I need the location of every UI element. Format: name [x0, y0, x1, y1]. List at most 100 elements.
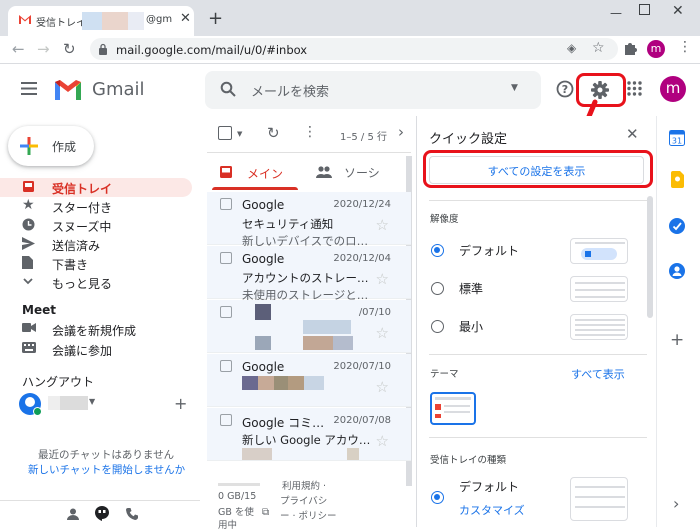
forward-icon[interactable]: →	[37, 40, 50, 58]
account-avatar[interactable]: m	[660, 76, 686, 102]
select-dropdown-icon[interactable]: ▼	[237, 130, 242, 138]
tab-social[interactable]: ソーシ	[308, 155, 408, 190]
settings-gear-icon[interactable]	[590, 80, 610, 100]
storage-bar	[218, 483, 260, 486]
select-all-checkbox[interactable]	[218, 126, 232, 140]
sidebar-item-label: 下書き	[52, 258, 89, 272]
search-options-icon[interactable]: ▼	[511, 83, 518, 93]
meet-new-meeting[interactable]: 会議を新規作成	[0, 320, 192, 339]
email-row[interactable]: /07/10 ☆	[207, 300, 411, 353]
divider	[0, 500, 200, 501]
reload-icon[interactable]: ↻	[63, 40, 76, 58]
email-row[interactable]: Google 2020/12/04 アカウントのストレー… 未使用のストレージと…	[207, 246, 411, 301]
apps-grid-icon[interactable]	[627, 81, 642, 96]
theme-view-all-link[interactable]: すべて表示	[571, 366, 625, 382]
redacted-block	[60, 396, 88, 410]
star-toggle-icon[interactable]: ☆	[376, 270, 389, 288]
email-row[interactable]: Google 2020/07/10 ☆	[207, 354, 411, 407]
theme-preview-thumbnail[interactable]	[430, 392, 476, 425]
status-dropdown-icon[interactable]: ▼	[89, 397, 95, 406]
minimize-icon[interactable]: —	[610, 6, 622, 20]
chevron-down-icon	[23, 278, 33, 285]
row-checkbox[interactable]	[220, 414, 232, 426]
star-toggle-icon[interactable]: ☆	[376, 324, 389, 342]
inbox-type-default-radio[interactable]	[431, 491, 444, 504]
hangouts-user-avatar[interactable]	[19, 393, 42, 416]
gmail-favicon-icon	[19, 15, 31, 24]
sidebar-item-starred[interactable]: ★ スター付き	[0, 197, 192, 216]
install-icon[interactable]: ◈	[567, 41, 576, 55]
active-tab-indicator	[212, 187, 298, 190]
search-input[interactable]: メールを検索	[251, 81, 329, 100]
storage-text: GB を使	[218, 507, 254, 518]
tab-primary[interactable]: メイン	[212, 155, 298, 190]
email-row[interactable]: Google 2020/12/24 セキュリティ通知 新しいデバイスでのロ… ☆	[207, 192, 411, 247]
main-menu-icon[interactable]	[21, 82, 37, 95]
density-default-radio[interactable]	[431, 244, 444, 257]
window-close-icon[interactable]: ✕	[672, 3, 684, 19]
meet-heading: Meet	[22, 303, 56, 317]
star-toggle-icon[interactable]: ☆	[376, 432, 389, 450]
extensions-icon[interactable]	[623, 41, 637, 55]
more-options-icon[interactable]: ⋮	[303, 124, 317, 140]
gmail-logo-icon[interactable]	[53, 79, 83, 101]
external-link-icon[interactable]: ⧉	[262, 507, 269, 518]
privacy-link[interactable]: プライバシ	[280, 493, 327, 507]
pagination-text: 1–5 / 5 行	[340, 132, 387, 143]
start-chat-link[interactable]: 新しいチャットを開始しませんか	[28, 462, 185, 477]
meet-join-meeting[interactable]: 会議に参加	[0, 340, 192, 359]
hangouts-chat-icon[interactable]	[95, 506, 109, 521]
meet-item-label: 会議に参加	[52, 344, 113, 358]
divider	[429, 437, 647, 438]
density-comfortable-radio[interactable]	[431, 282, 444, 295]
sidebar-item-snoozed[interactable]: スヌーズ中	[0, 216, 192, 235]
star-toggle-icon[interactable]: ☆	[376, 378, 389, 396]
tab-title-suffix: @gm	[146, 14, 173, 25]
search-icon[interactable]	[220, 81, 236, 97]
row-checkbox[interactable]	[220, 360, 232, 372]
next-page-icon[interactable]: ›	[398, 123, 404, 141]
panel-scrollbar[interactable]	[647, 196, 653, 318]
terms-link[interactable]: 利用規約 ·	[282, 478, 326, 492]
back-icon[interactable]: ←	[12, 40, 25, 58]
sidebar-item-more[interactable]: もっと見る	[0, 273, 192, 292]
star-toggle-icon[interactable]: ☆	[376, 216, 389, 234]
tab-close-icon[interactable]: ✕	[180, 11, 191, 26]
see-all-settings-button[interactable]: すべての設定を表示	[429, 156, 644, 184]
calendar-icon[interactable]: 31	[669, 130, 685, 146]
tasks-icon[interactable]	[669, 218, 685, 234]
phone-icon[interactable]	[126, 508, 138, 520]
density-compact-radio[interactable]	[431, 320, 444, 333]
contacts-icon[interactable]	[669, 263, 685, 279]
bookmark-star-icon[interactable]: ☆	[592, 40, 605, 56]
email-sender: Google	[242, 198, 285, 212]
sidebar-item-drafts[interactable]: 下書き	[0, 254, 192, 273]
send-icon	[22, 237, 35, 250]
profile-avatar[interactable]: m	[647, 40, 665, 58]
person-icon[interactable]	[67, 508, 79, 520]
policy-link[interactable]: ー · ポリシー	[280, 508, 337, 522]
email-sender: Google	[242, 252, 285, 266]
help-icon[interactable]: ?	[556, 80, 574, 98]
compose-button[interactable]: 作成	[8, 126, 94, 166]
sidebar-item-label: スター付き	[52, 201, 113, 215]
row-checkbox[interactable]	[220, 306, 232, 318]
storage-text: 用中	[218, 520, 238, 531]
density-default-preview	[570, 238, 628, 264]
keep-icon[interactable]	[671, 171, 684, 188]
hangouts-add-button[interactable]: +	[174, 394, 187, 413]
sidebar-item-sent[interactable]: 送信済み	[0, 235, 192, 254]
sidebar-item-inbox[interactable]: 受信トレイ	[0, 178, 192, 197]
expand-panel-icon[interactable]: ›	[673, 494, 679, 513]
browser-menu-icon[interactable]: ⋮	[678, 39, 692, 55]
row-checkbox[interactable]	[220, 198, 232, 210]
new-tab-button[interactable]: +	[208, 8, 223, 29]
close-icon[interactable]: ✕	[626, 125, 639, 143]
email-row[interactable]: Google コミ… 2020/07/08 新しい Google アカウ… ☆	[207, 408, 411, 461]
get-addons-icon[interactable]: +	[670, 330, 684, 350]
customize-link[interactable]: カスタマイズ	[459, 502, 525, 518]
restore-icon[interactable]	[639, 4, 650, 15]
row-checkbox[interactable]	[220, 252, 232, 264]
star-icon: ★	[22, 197, 35, 213]
refresh-icon[interactable]: ↻	[267, 124, 280, 142]
